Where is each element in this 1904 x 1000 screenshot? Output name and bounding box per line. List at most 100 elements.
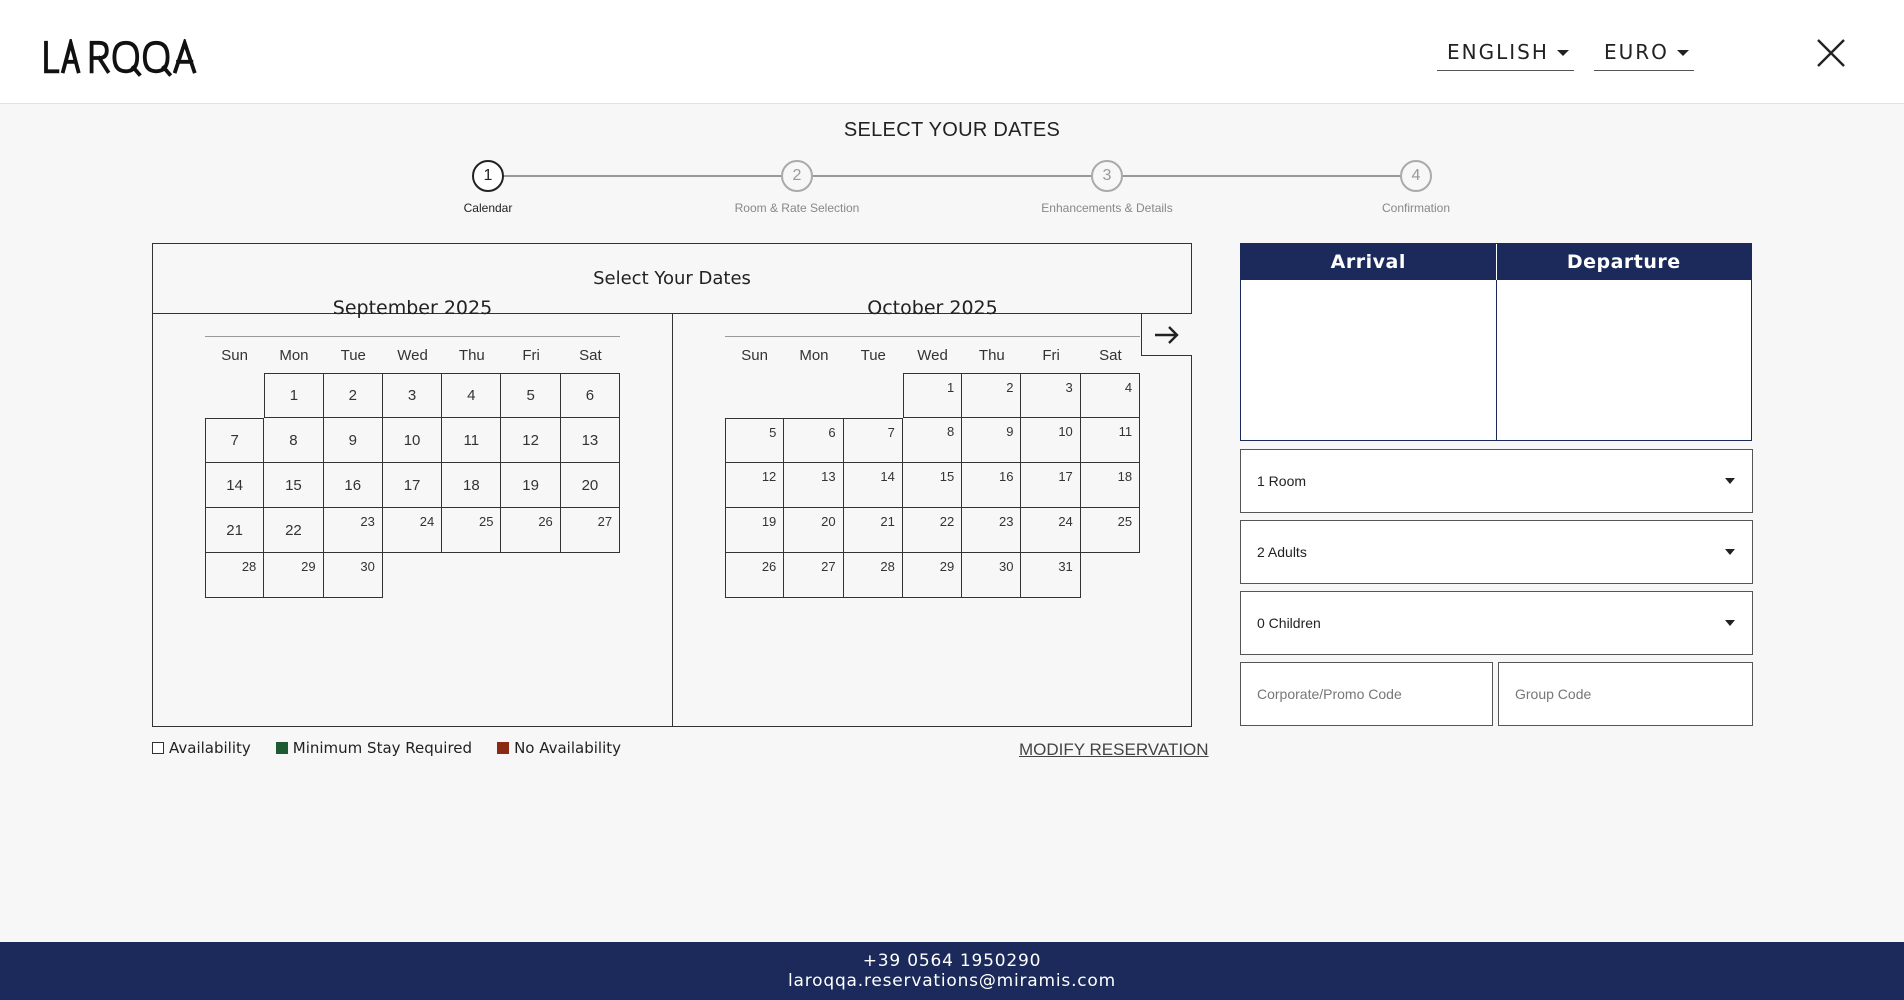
calendar-day[interactable]: 2 [962, 373, 1022, 418]
month-divider [672, 314, 673, 726]
calendar-day[interactable]: 15 [264, 463, 324, 508]
rooms-select[interactable]: 1 Room [1240, 449, 1753, 513]
calendar-day[interactable]: 13 [784, 463, 844, 508]
calendar-day[interactable]: 27 [784, 553, 844, 598]
calendar-day[interactable]: 1 [264, 373, 324, 418]
step-label: Enhancements & Details [1041, 201, 1173, 215]
calendar-day[interactable]: 24 [1021, 508, 1081, 553]
calendar-day[interactable]: 19 [501, 463, 561, 508]
adults-select[interactable]: 2 Adults [1240, 520, 1753, 584]
calendar-day-number: 11 [463, 431, 480, 449]
calendar-day[interactable]: 10 [382, 418, 443, 463]
calendar-day[interactable]: 31 [1021, 553, 1081, 598]
arrival-date-field[interactable] [1241, 280, 1497, 440]
calendar-day[interactable]: 5 [501, 373, 561, 418]
logo[interactable] [38, 37, 206, 79]
calendar-day[interactable]: 8 [902, 418, 963, 463]
weekday-label: Tue [860, 347, 886, 364]
calendar-day[interactable]: 3 [1021, 373, 1081, 418]
calendar-day[interactable]: 1 [902, 373, 963, 418]
calendar-day[interactable]: 20 [560, 463, 621, 508]
calendar-day[interactable]: 26 [501, 508, 561, 553]
calendar-day[interactable]: 28 [205, 553, 265, 598]
calendar-day[interactable]: 23 [962, 508, 1022, 553]
group-code-input[interactable] [1498, 662, 1753, 726]
close-button[interactable] [1814, 36, 1848, 70]
calendar-day-empty [725, 373, 785, 418]
footer-phone[interactable]: +39 0564 1950290 [0, 951, 1904, 971]
calendar-day[interactable]: 16 [323, 463, 383, 508]
language-select[interactable]: ENGLISH [1437, 33, 1574, 71]
calendar-day[interactable]: 19 [725, 508, 785, 553]
dropdown-arrow-icon [1725, 549, 1735, 555]
calendar-day[interactable]: 5 [725, 418, 785, 463]
calendar-day[interactable]: 12 [501, 418, 561, 463]
calendar-day[interactable]: 28 [843, 553, 903, 598]
calendar-day[interactable]: 7 [205, 418, 265, 463]
promo-code-input[interactable] [1240, 662, 1493, 726]
calendar-day-number: 25 [479, 514, 494, 529]
calendar-day[interactable]: 21 [843, 508, 903, 553]
currency-select[interactable]: EURO [1594, 33, 1694, 71]
calendar-day[interactable]: 7 [843, 418, 903, 463]
calendar-day[interactable]: 2 [323, 373, 383, 418]
calendar-day[interactable]: 16 [962, 463, 1022, 508]
calendar-day[interactable]: 8 [264, 418, 324, 463]
calendar-day[interactable]: 26 [725, 553, 785, 598]
calendar-day[interactable]: 25 [1080, 508, 1141, 553]
calendar-day[interactable]: 13 [560, 418, 621, 463]
calendar-day[interactable]: 22 [902, 508, 963, 553]
calendar-day[interactable]: 25 [442, 508, 502, 553]
calendar-day[interactable]: 30 [962, 553, 1022, 598]
calendar-day-number: 2 [1006, 380, 1014, 395]
children-select[interactable]: 0 Children [1240, 591, 1753, 655]
calendar-day-number: 19 [522, 476, 539, 494]
dropdown-arrow-icon [1725, 478, 1735, 484]
calendar-day[interactable]: 23 [323, 508, 383, 553]
next-month-button[interactable] [1141, 314, 1192, 356]
calendar-day[interactable]: 10 [1021, 418, 1081, 463]
calendar-day-number: 18 [1117, 469, 1133, 484]
dropdown-arrow-icon [1725, 620, 1735, 626]
calendar-day[interactable]: 17 [382, 463, 443, 508]
step-room-rate: 2 Room & Rate Selection [697, 160, 897, 215]
modify-reservation-link[interactable]: MODIFY RESERVATION [1019, 740, 1209, 760]
calendar-day[interactable]: 24 [382, 508, 443, 553]
weekday-label: Sun [221, 347, 248, 364]
calendar-day[interactable]: 17 [1021, 463, 1081, 508]
calendar-day-number: 2 [348, 387, 357, 404]
calendar-day[interactable]: 9 [962, 418, 1022, 463]
calendar-day[interactable]: 4 [1080, 373, 1141, 418]
calendar-day[interactable]: 12 [725, 463, 785, 508]
calendar-day-number: 22 [939, 514, 955, 529]
calendar-day[interactable]: 18 [442, 463, 502, 508]
calendar-day[interactable]: 27 [560, 508, 621, 553]
calendar-day[interactable]: 22 [264, 508, 324, 553]
calendar-day[interactable]: 20 [784, 508, 844, 553]
calendar-day[interactable]: 18 [1080, 463, 1141, 508]
legend-swatch [275, 742, 288, 754]
calendar-day[interactable]: 14 [843, 463, 903, 508]
calendar-day-number: 4 [1124, 380, 1133, 395]
calendar-day[interactable]: 6 [784, 418, 844, 463]
calendar-day[interactable]: 15 [902, 463, 963, 508]
calendar-day[interactable]: 11 [1080, 418, 1141, 463]
calendar-day[interactable]: 14 [205, 463, 265, 508]
calendar-day[interactable]: 4 [442, 373, 502, 418]
calendar-day[interactable]: 6 [560, 373, 621, 418]
step-label: Calendar [463, 201, 513, 215]
footer-email[interactable]: laroqqa.reservations@miramis.com [0, 971, 1904, 991]
calendar-day[interactable]: 21 [205, 508, 265, 553]
step-label: Confirmation [1381, 201, 1451, 215]
calendar-day-number: 6 [828, 425, 836, 440]
children-value: 0 Children [1257, 615, 1321, 631]
calendar-day[interactable]: 29 [902, 553, 963, 598]
step-calendar: 1 Calendar [388, 160, 588, 215]
calendar-day-number: 11 [1118, 424, 1133, 439]
calendar-day[interactable]: 9 [323, 418, 383, 463]
departure-date-field[interactable] [1496, 280, 1751, 440]
calendar-day[interactable]: 3 [382, 373, 443, 418]
calendar-day[interactable]: 30 [323, 553, 383, 598]
calendar-day[interactable]: 11 [442, 418, 502, 463]
calendar-day[interactable]: 29 [264, 553, 324, 598]
